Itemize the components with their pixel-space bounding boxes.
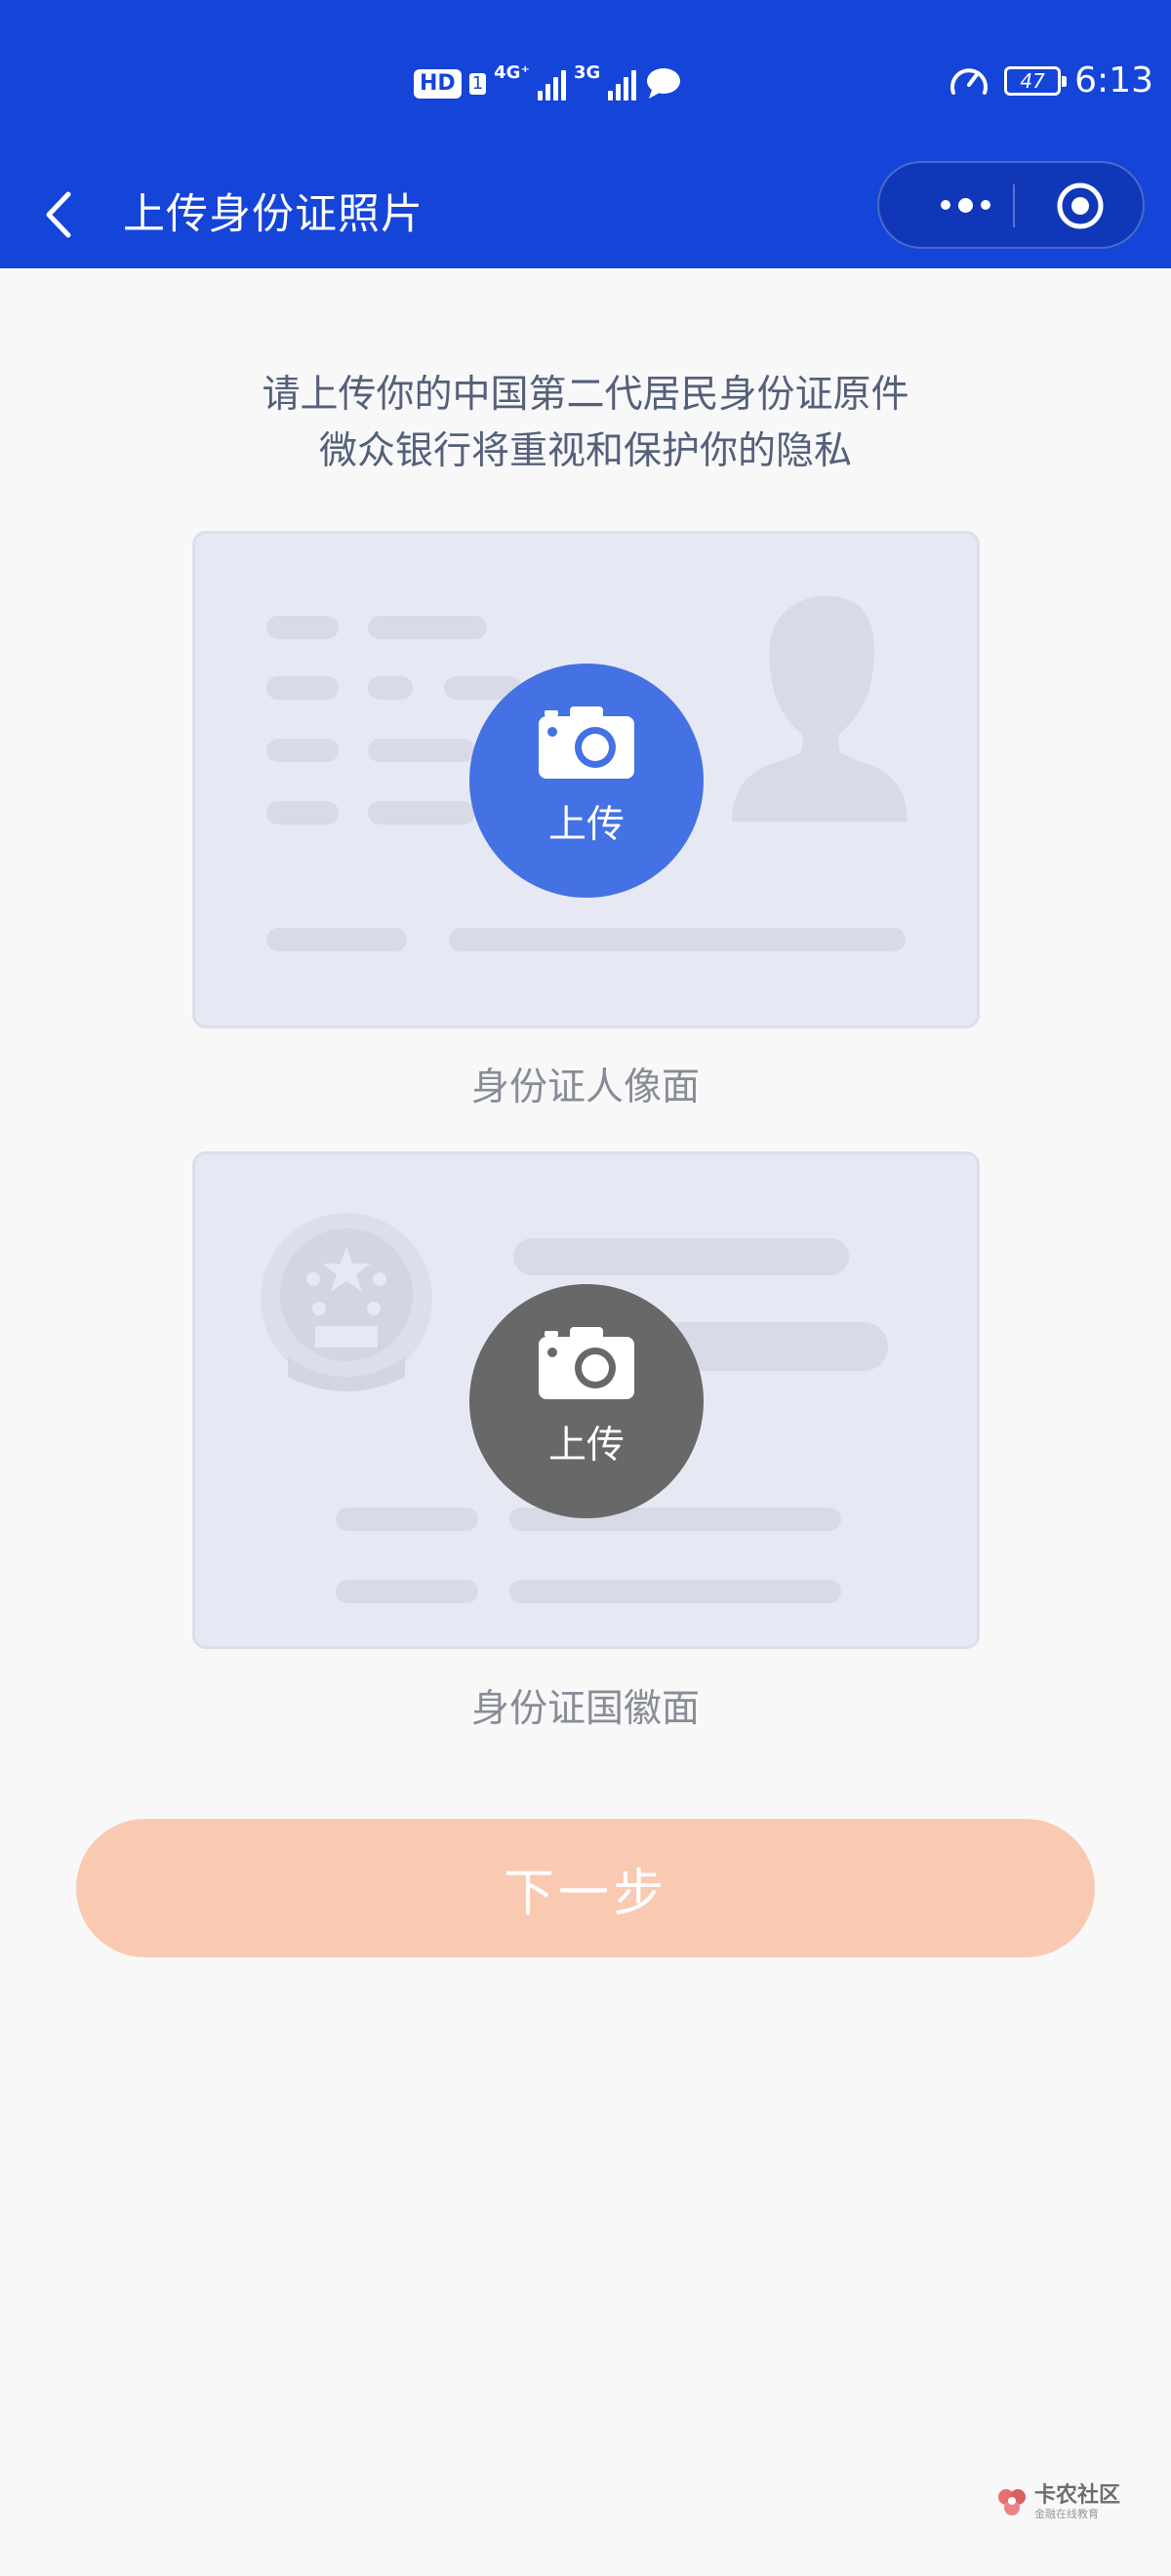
clock: 6:13 [1074, 60, 1153, 101]
card-caption-front: 身份证人像面 [470, 1066, 700, 1109]
capsule-divider [1013, 184, 1015, 227]
back-button[interactable] [37, 181, 86, 249]
upload-back-button[interactable]: 上传 [469, 1284, 704, 1518]
placeholder-line [266, 801, 339, 825]
placeholder-line [449, 928, 906, 951]
page-title: 上传身份证照片 [123, 190, 424, 239]
placeholder-line [513, 1238, 849, 1275]
placeholder-line [368, 739, 475, 762]
watermark-subtitle: 金融在线教育 [1034, 2508, 1099, 2520]
placeholder-line [368, 616, 487, 639]
watermark: 卡农社区 金融在线教育 [995, 2484, 1120, 2521]
upload-front-button[interactable]: 上传 [469, 664, 704, 898]
intro-line-1: 请上传你的中国第二代居民身份证原件 [262, 373, 909, 417]
placeholder-line [368, 801, 475, 825]
intro-line-2: 微众银行将重视和保护你的隐私 [318, 429, 852, 473]
hd-badge: HD [414, 69, 462, 99]
watermark-title: 卡农社区 [1034, 2483, 1121, 2508]
signal-strength-icon [608, 67, 637, 101]
signal-strength-icon [537, 67, 566, 101]
national-emblem-icon [261, 1213, 432, 1391]
watermark-logo-icon [998, 2489, 1026, 2516]
message-icon [647, 68, 681, 99]
placeholder-line [368, 676, 413, 700]
nav-bar: 上传身份证照片 [0, 161, 1171, 268]
placeholder-line [266, 739, 339, 762]
status-bar: HD 1 4G⁺ 3G 47 6:13 [0, 0, 1171, 161]
upload-label: 上传 [547, 1424, 625, 1468]
card-caption-back: 身份证国徽面 [470, 1687, 700, 1731]
more-dots-icon [940, 200, 950, 210]
placeholder-line [266, 928, 407, 951]
close-mini-program-button[interactable] [1055, 181, 1106, 231]
placeholder-line [509, 1580, 841, 1603]
placeholder-line [336, 1508, 478, 1531]
placeholder-line [266, 616, 339, 639]
mini-program-capsule [877, 161, 1145, 249]
speedometer-icon [950, 67, 989, 95]
target-circle-icon [1057, 182, 1104, 229]
battery-level: 47 [1020, 68, 1045, 93]
placeholder-line [336, 1580, 478, 1603]
status-indicators: HD 1 4G⁺ 3G [414, 62, 683, 101]
camera-icon [539, 706, 634, 779]
battery-icon: 47 [1004, 65, 1068, 96]
status-right: 47 6:13 [948, 60, 1153, 101]
chevron-left-icon [46, 191, 71, 238]
portrait-silhouette-icon [732, 595, 908, 822]
network-label-4g: 4G⁺ [494, 62, 530, 83]
sim-number: 1 [468, 73, 487, 95]
more-button[interactable] [918, 163, 1012, 247]
camera-icon [539, 1327, 634, 1399]
upload-label: 上传 [547, 803, 625, 847]
next-step-button[interactable]: 下一步 [76, 1819, 1095, 1957]
placeholder-line [266, 676, 339, 700]
intro-text: 请上传你的中国第二代居民身份证原件 微众银行将重视和保护你的隐私 [0, 367, 1171, 480]
network-label-3g: 3G [573, 62, 601, 83]
